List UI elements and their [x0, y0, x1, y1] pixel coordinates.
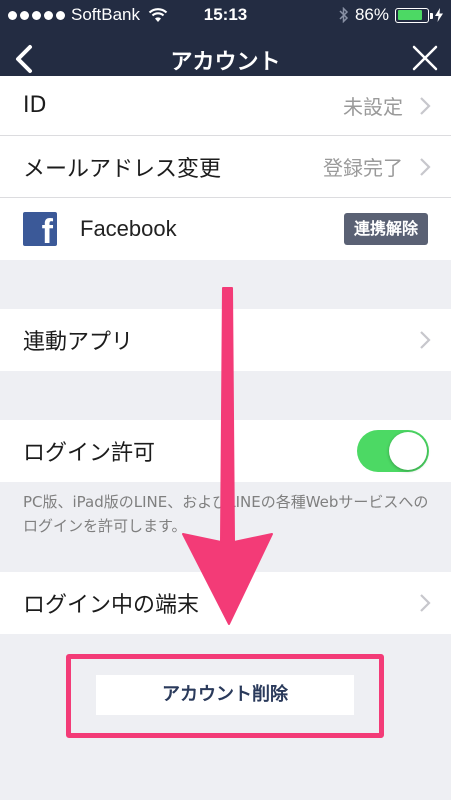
battery-percent: 86%	[354, 5, 389, 24]
email-label: メールアドレス変更	[23, 156, 222, 182]
linked-apps-label: 連動アプリ	[23, 330, 134, 355]
chevron-right-icon	[420, 594, 431, 612]
status-bar: SoftBank 15:13 86%	[0, 0, 451, 30]
page-title: アカウント	[170, 50, 281, 75]
chevron-right-icon	[420, 96, 431, 115]
bluetooth-icon	[339, 7, 349, 23]
facebook-label: Facebook	[80, 216, 177, 241]
login-permit-label: ログイン許可	[23, 441, 156, 466]
arrow-down-icon	[182, 287, 273, 625]
status-right: 86%	[339, 5, 443, 25]
close-icon[interactable]	[411, 44, 439, 72]
facebook-icon: f	[23, 212, 57, 246]
unlink-button[interactable]: 連携解除	[343, 213, 428, 245]
id-value: 未設定	[343, 95, 403, 119]
account-info-group: ID 未設定 メールアドレス変更 登録完了 f Facebook 連携解除	[0, 76, 451, 260]
id-row[interactable]: ID 未設定	[0, 76, 451, 136]
delete-account-button[interactable]: アカウント削除	[96, 675, 354, 715]
charging-icon	[435, 8, 443, 22]
login-permit-toggle[interactable]	[357, 430, 429, 472]
chevron-right-icon	[420, 331, 431, 349]
email-value: 登録完了	[323, 156, 403, 180]
chevron-right-icon	[420, 157, 431, 176]
battery-icon	[395, 7, 433, 23]
id-label: ID	[23, 93, 47, 118]
facebook-row: f Facebook 連携解除	[0, 198, 451, 260]
email-row[interactable]: メールアドレス変更 登録完了	[0, 136, 451, 198]
logged-in-devices-label: ログイン中の端末	[23, 593, 200, 618]
toggle-knob	[389, 432, 427, 470]
